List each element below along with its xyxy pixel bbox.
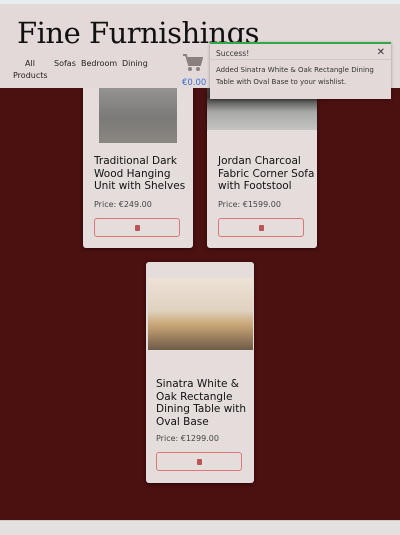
cart-total[interactable]: €0.00: [182, 78, 206, 88]
trash-icon: [134, 224, 140, 231]
close-icon[interactable]: ✕: [377, 47, 385, 58]
product-title[interactable]: Sinatra White & Oak Rectangle Dining Tab…: [156, 378, 251, 428]
product-card: Sinatra White & Oak Rectangle Dining Tab…: [146, 262, 254, 483]
toast-message: Added Sinatra White & Oak Rectangle Dini…: [216, 66, 374, 86]
nav-sofas[interactable]: Sofas: [54, 58, 76, 70]
product-image[interactable]: [99, 80, 177, 143]
nav-all-products[interactable]: All Products: [13, 58, 48, 82]
remove-wishlist-button[interactable]: [94, 218, 180, 237]
product-price: Price: €249.00: [94, 200, 152, 209]
cart-icon[interactable]: [183, 54, 204, 76]
success-toast: Success! ✕ Added Sinatra White & Oak Rec…: [210, 42, 391, 99]
footer-strip: [0, 520, 400, 535]
nav-bedroom[interactable]: Bedroom: [81, 58, 117, 70]
product-card: Traditional Dark Wood Hanging Unit with …: [83, 70, 193, 248]
remove-wishlist-button[interactable]: [156, 452, 242, 471]
product-price: Price: €1599.00: [218, 200, 281, 209]
nav-dining[interactable]: Dining: [122, 58, 148, 70]
trash-icon: [196, 458, 202, 465]
product-title[interactable]: Jordan Charcoal Fabric Corner Sofa with …: [218, 155, 315, 193]
toast-title: Success!: [210, 44, 391, 60]
product-price: Price: €1299.00: [156, 434, 219, 443]
remove-wishlist-button[interactable]: [218, 218, 304, 237]
product-image[interactable]: [148, 278, 253, 350]
product-title[interactable]: Traditional Dark Wood Hanging Unit with …: [94, 155, 189, 193]
trash-icon: [258, 224, 264, 231]
